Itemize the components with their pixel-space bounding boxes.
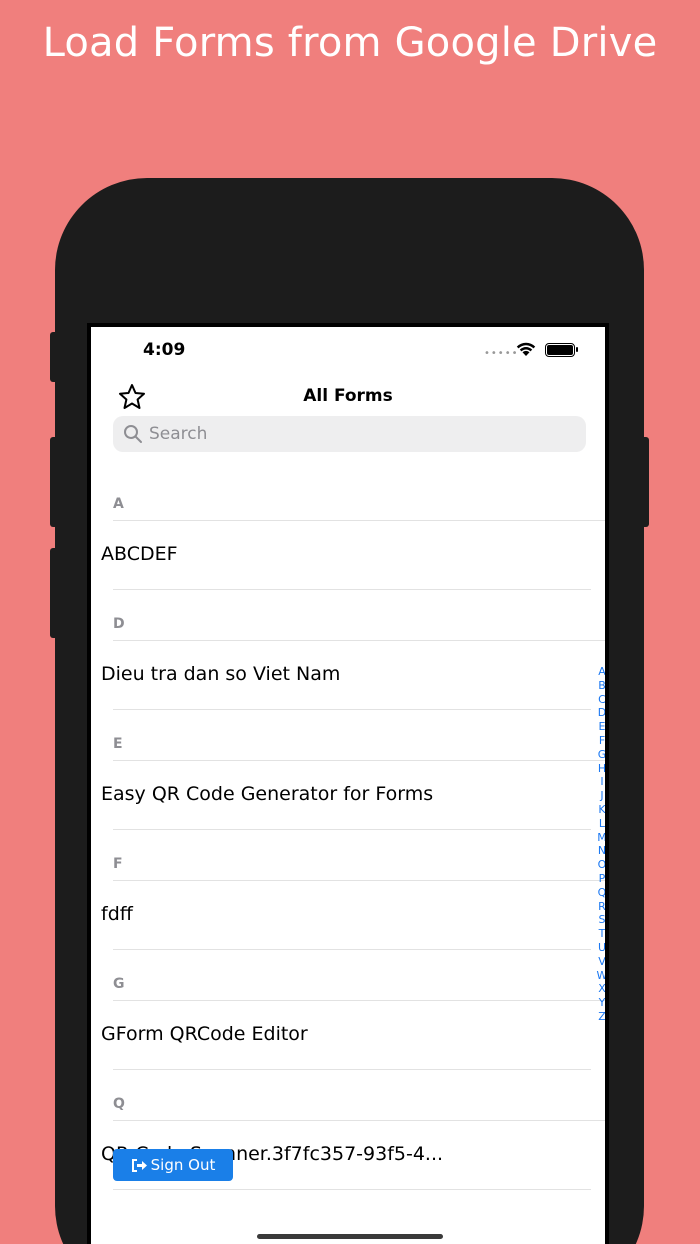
list-item-label: ABCDEF: [101, 543, 178, 565]
search-input[interactable]: [149, 416, 569, 452]
wifi-icon: [516, 342, 536, 356]
index-letter[interactable]: U: [595, 941, 605, 955]
section-header: E: [113, 736, 123, 752]
section-f: F fdff: [91, 847, 605, 967]
section-header: G: [113, 976, 125, 992]
index-letter[interactable]: D: [595, 706, 605, 720]
index-letter[interactable]: V: [595, 955, 605, 969]
divider: [113, 1189, 591, 1190]
index-letter[interactable]: P: [595, 872, 605, 886]
headline: Load Forms from Google Drive: [42, 20, 658, 66]
list-item[interactable]: Easy QR Code Generator for Forms: [91, 761, 605, 830]
list-item-label: fdff: [101, 903, 133, 925]
section-header: F: [113, 856, 123, 872]
divider: [113, 709, 591, 710]
sign-out-button[interactable]: Sign Out: [113, 1149, 233, 1181]
index-letter[interactable]: W: [595, 969, 605, 983]
search-icon: [124, 425, 142, 443]
section-header: A: [113, 496, 124, 512]
list-item[interactable]: ABCDEF: [91, 521, 605, 590]
status-time: 4:09: [143, 340, 186, 360]
index-letter[interactable]: J: [595, 789, 605, 803]
status-bar: 4:09 •••••: [91, 327, 605, 377]
index-letter[interactable]: G: [595, 748, 605, 762]
index-letter[interactable]: T: [595, 927, 605, 941]
index-letter[interactable]: I: [595, 775, 605, 789]
divider: [113, 949, 591, 950]
section-index[interactable]: A B C D E F G H I J K L M N O P Q R S T …: [595, 665, 606, 1024]
list-item[interactable]: fdff: [91, 881, 605, 950]
forms-list: A ABCDEF D Dieu tra dan so Viet Nam E Ea…: [91, 487, 605, 1207]
battery-icon: [545, 343, 578, 357]
index-letter[interactable]: Z: [595, 1010, 605, 1024]
index-letter[interactable]: L: [595, 817, 605, 831]
index-letter[interactable]: B: [595, 679, 605, 693]
divider: [113, 1069, 591, 1070]
phone-screen: 4:09 ••••• All Forms A ABCDEF: [87, 323, 609, 1244]
nav-bar: All Forms: [91, 377, 605, 417]
index-letter[interactable]: K: [595, 803, 605, 817]
index-letter[interactable]: H: [595, 762, 605, 776]
section-q: Q QR Code Scanner.3f7fc357-93f5-4...: [91, 1087, 605, 1207]
section-d: D Dieu tra dan so Viet Nam: [91, 607, 605, 727]
section-a: A ABCDEF: [91, 487, 605, 607]
section-e: E Easy QR Code Generator for Forms: [91, 727, 605, 847]
index-letter[interactable]: A: [595, 665, 605, 679]
section-header: Q: [113, 1096, 125, 1112]
index-letter[interactable]: S: [595, 913, 606, 927]
signal-icon: •••••: [484, 348, 519, 359]
index-letter[interactable]: O: [595, 858, 605, 872]
index-letter[interactable]: F: [595, 734, 605, 748]
index-letter[interactable]: Y: [595, 996, 605, 1010]
page-title: All Forms: [303, 386, 393, 406]
index-letter[interactable]: Q: [595, 886, 605, 900]
index-letter[interactable]: C: [595, 693, 605, 707]
list-item-label: Easy QR Code Generator for Forms: [101, 783, 434, 805]
divider: [113, 589, 591, 590]
index-letter[interactable]: N: [595, 844, 605, 858]
sign-out-icon: [131, 1158, 147, 1172]
index-letter[interactable]: R: [595, 900, 605, 914]
sign-out-label: Sign Out: [150, 1156, 216, 1174]
index-letter[interactable]: M: [595, 831, 605, 845]
divider: [113, 829, 591, 830]
list-item-label: GForm QRCode Editor: [101, 1023, 308, 1045]
section-g: G GForm QRCode Editor: [91, 967, 605, 1087]
home-indicator: [257, 1234, 443, 1239]
index-letter[interactable]: X: [595, 982, 605, 996]
list-item-label: Dieu tra dan so Viet Nam: [101, 663, 341, 685]
index-letter[interactable]: E: [595, 720, 605, 734]
section-header: D: [113, 616, 125, 632]
list-item[interactable]: GForm QRCode Editor: [91, 1001, 605, 1070]
search-bar[interactable]: [113, 416, 586, 452]
list-item[interactable]: Dieu tra dan so Viet Nam: [91, 641, 605, 710]
